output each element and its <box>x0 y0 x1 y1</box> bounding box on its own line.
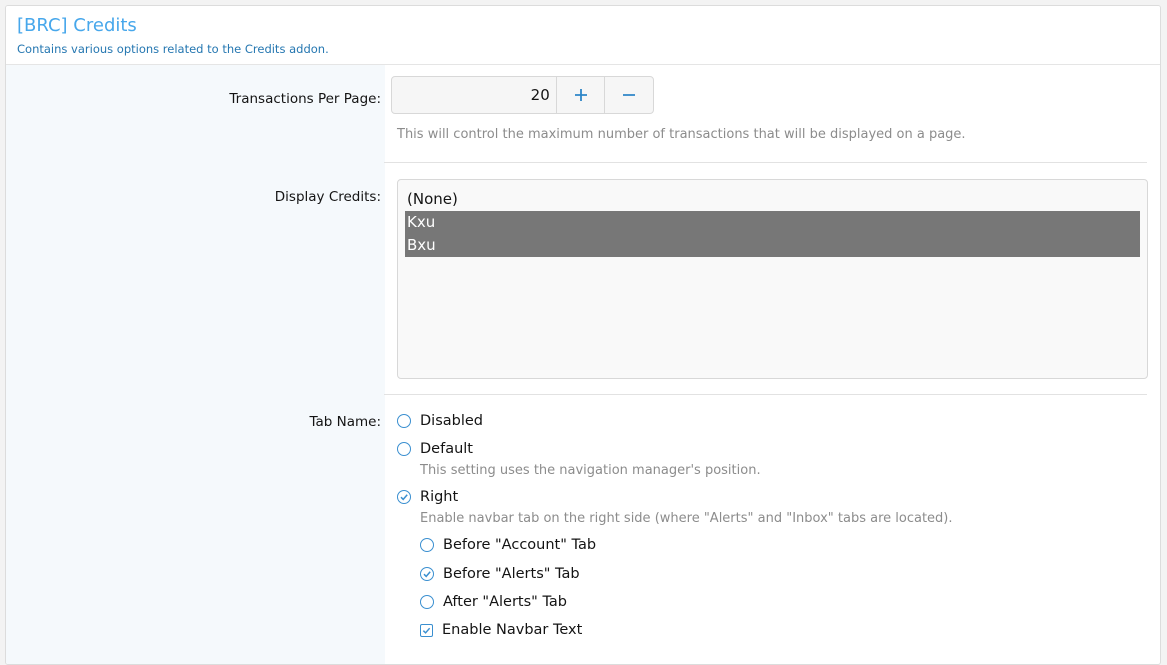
before-alerts-tab-label: Before "Alerts" Tab <box>443 566 580 582</box>
tab-name-default-hint: This setting uses the navigation manager… <box>420 463 761 478</box>
before-account-tab-label: Before "Account" Tab <box>443 537 597 553</box>
tab-name-disabled-label: Disabled <box>420 413 483 429</box>
tab-name-default-radio[interactable]: Default <box>397 441 473 457</box>
before-account-tab-radio[interactable]: Before "Account" Tab <box>420 537 596 553</box>
enable-navbar-text-label: Enable Navbar Text <box>442 622 583 638</box>
tab-name-right-radio[interactable]: Right <box>397 489 458 505</box>
enable-navbar-text-checkbox[interactable]: Enable Navbar Text <box>420 622 582 638</box>
checkbox-checked-icon <box>420 623 433 637</box>
plus-icon <box>574 89 587 101</box>
transactions-per-page-label: Transactions Per Page: <box>229 91 381 107</box>
tab-name-right-label: Right <box>420 489 459 505</box>
tab-name-right-hint: Enable navbar tab on the right side (whe… <box>420 511 953 526</box>
tab-name-disabled-radio[interactable]: Disabled <box>397 413 483 429</box>
row-divider <box>384 162 1147 163</box>
row-divider <box>384 394 1147 395</box>
radio-unchecked-icon <box>397 414 411 428</box>
label-column <box>6 65 385 664</box>
before-alerts-tab-radio[interactable]: Before "Alerts" Tab <box>420 566 580 582</box>
transactions-per-page-input[interactable]: 20 <box>392 77 556 113</box>
increment-button[interactable] <box>555 77 605 113</box>
page-title: [BRC] Credits <box>17 15 137 36</box>
transactions-explain: This will control the maximum number of … <box>397 127 966 142</box>
radio-unchecked-icon <box>420 595 434 609</box>
radio-checked-icon <box>397 490 411 504</box>
after-alerts-tab-radio[interactable]: After "Alerts" Tab <box>420 594 567 610</box>
tab-name-default-label: Default <box>420 441 473 457</box>
block-header: [BRC] Credits Contains various options r… <box>6 6 1160 65</box>
display-credits-label: Display Credits: <box>274 189 381 205</box>
transactions-per-page-stepper[interactable]: 20 <box>391 76 654 114</box>
display-credits-option-none[interactable]: (None) <box>405 188 1140 211</box>
tab-name-label: Tab Name: <box>309 414 381 430</box>
radio-checked-icon <box>420 567 434 581</box>
after-alerts-tab-label: After "Alerts" Tab <box>443 594 567 610</box>
minus-icon <box>623 94 636 96</box>
display-credits-option-kxu[interactable]: Kxu <box>405 211 1140 234</box>
display-credits-option-bxu[interactable]: Bxu <box>405 234 1140 257</box>
radio-unchecked-icon <box>397 442 411 456</box>
radio-unchecked-icon <box>420 538 434 552</box>
decrement-button[interactable] <box>604 77 653 113</box>
page-description: Contains various options related to the … <box>17 42 329 56</box>
display-credits-select[interactable]: (None) Kxu Bxu <box>397 179 1148 379</box>
